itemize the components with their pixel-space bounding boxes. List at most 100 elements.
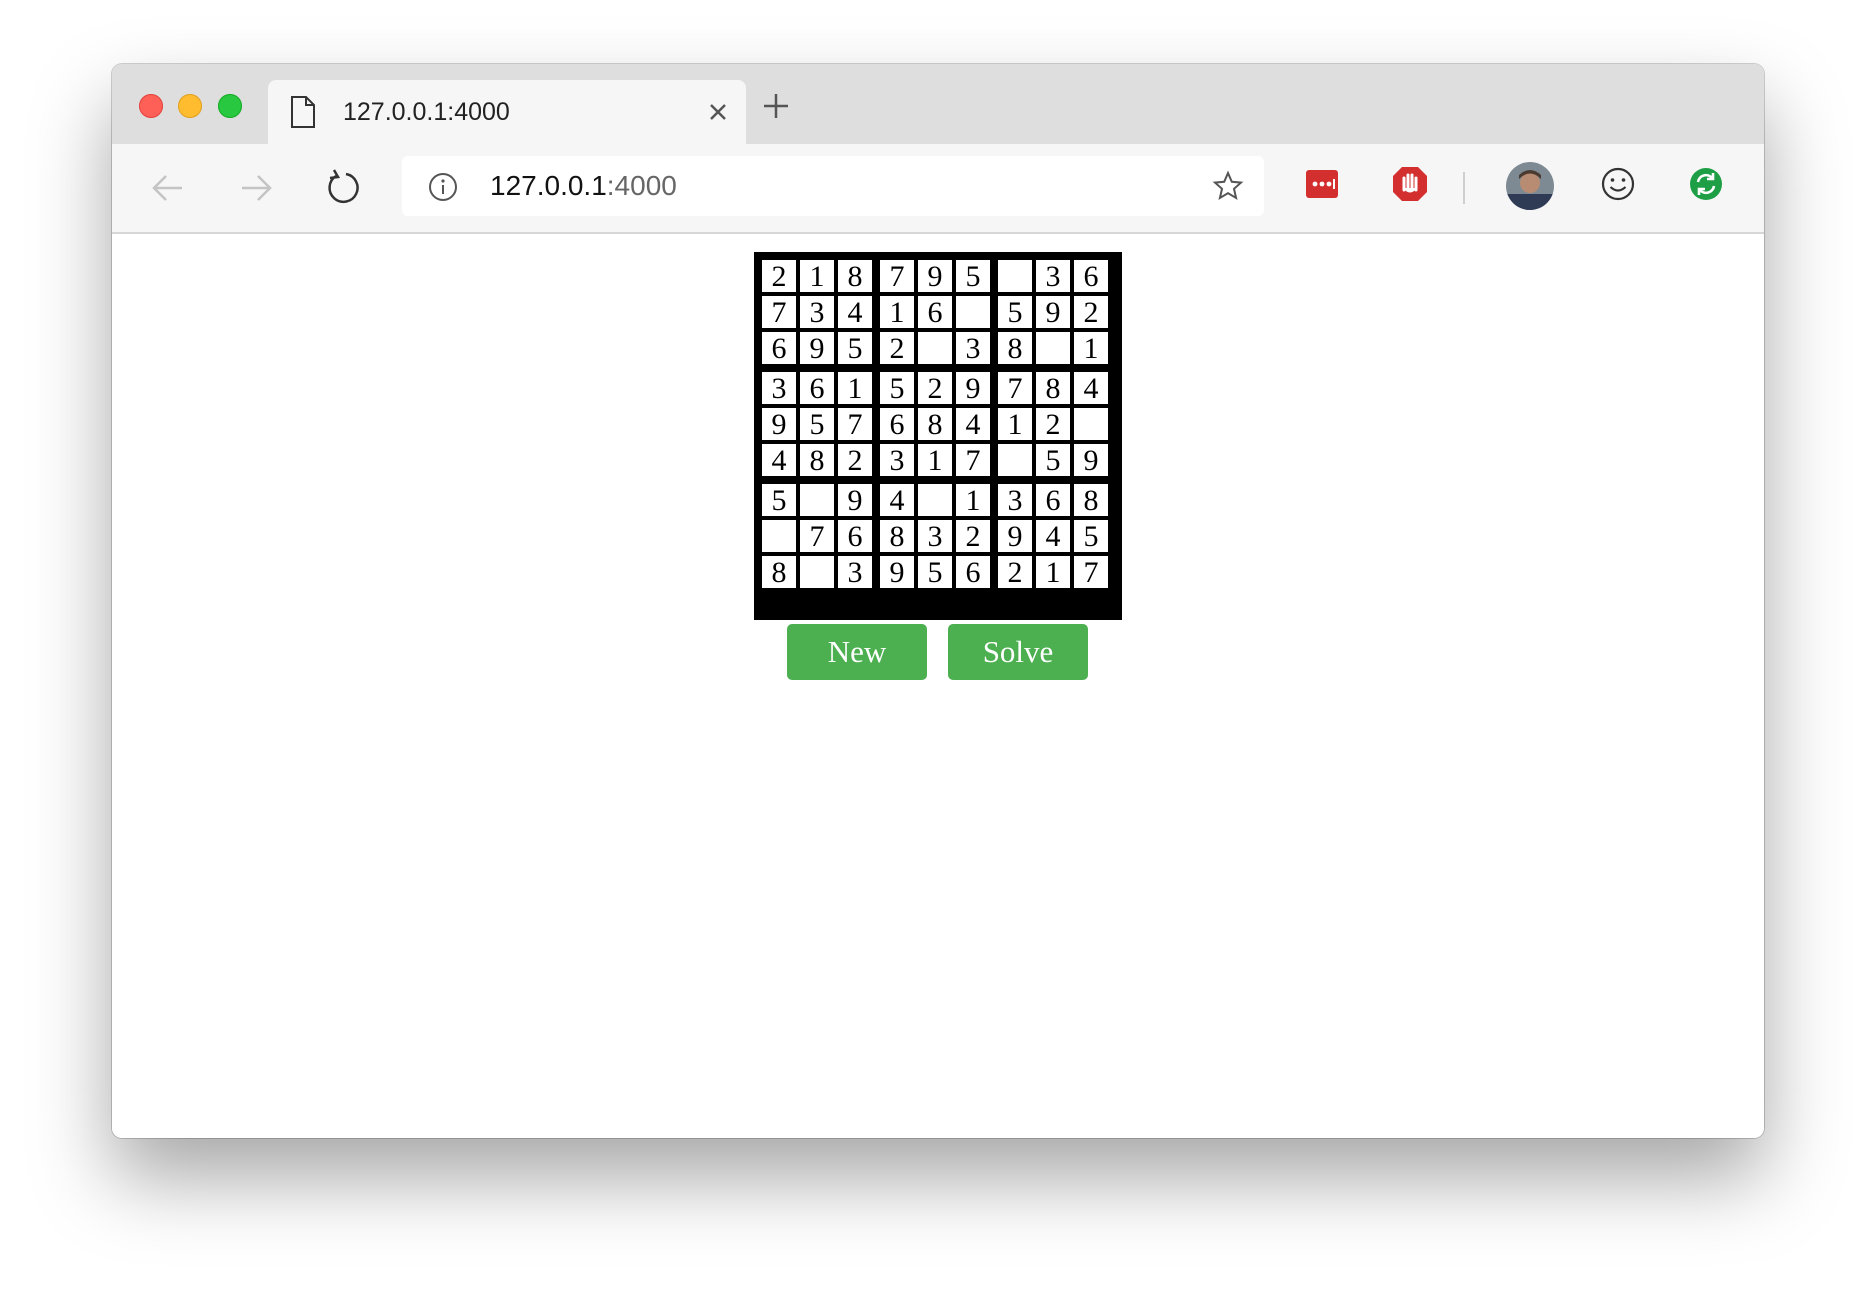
sudoku-cell[interactable]: 4 — [880, 484, 914, 517]
sudoku-cell[interactable]: 9 — [918, 260, 952, 293]
maximize-window-button[interactable] — [218, 94, 242, 118]
sudoku-cell[interactable]: 1 — [956, 484, 990, 517]
sudoku-cell[interactable]: 7 — [956, 444, 990, 477]
sudoku-cell[interactable]: 2 — [918, 372, 952, 405]
adblock-hand-icon[interactable] — [1390, 164, 1430, 204]
address-bar[interactable]: 127.0.0.1:4000 — [402, 156, 1264, 216]
sudoku-cell[interactable]: 5 — [838, 332, 872, 365]
sudoku-cell[interactable]: 4 — [1036, 520, 1070, 553]
sudoku-cell[interactable]: 6 — [918, 296, 952, 329]
sudoku-cell[interactable]: 6 — [1074, 260, 1108, 293]
avatar[interactable] — [1506, 162, 1554, 210]
sudoku-cell[interactable]: 6 — [956, 556, 990, 589]
sudoku-cell[interactable]: 5 — [998, 296, 1032, 329]
info-icon[interactable] — [428, 172, 458, 202]
sudoku-cell[interactable]: 5 — [918, 556, 952, 589]
bookmark-star-icon[interactable] — [1212, 170, 1244, 202]
sudoku-cell[interactable] — [1074, 408, 1108, 440]
sudoku-cell[interactable]: 5 — [1036, 444, 1070, 477]
sudoku-cell[interactable] — [956, 296, 990, 328]
sudoku-cell[interactable]: 1 — [918, 444, 952, 477]
smiley-feedback-icon[interactable] — [1598, 164, 1638, 204]
sudoku-cell[interactable]: 2 — [1036, 408, 1070, 441]
sudoku-cell[interactable]: 8 — [1074, 484, 1108, 517]
sudoku-cell[interactable]: 1 — [800, 260, 834, 293]
sudoku-cell[interactable]: 1 — [838, 372, 872, 405]
sudoku-cell[interactable]: 2 — [998, 556, 1032, 589]
sudoku-cell[interactable]: 4 — [838, 296, 872, 329]
sudoku-cell[interactable]: 5 — [956, 260, 990, 293]
sudoku-cell[interactable]: 8 — [998, 332, 1032, 365]
browser-tab[interactable]: 127.0.0.1:4000 — [268, 80, 746, 144]
sudoku-cell[interactable]: 2 — [762, 260, 796, 293]
sudoku-cell[interactable]: 9 — [880, 556, 914, 589]
sudoku-cell[interactable]: 6 — [838, 520, 872, 553]
sudoku-cell[interactable] — [1036, 332, 1070, 364]
sudoku-cell[interactable]: 7 — [762, 296, 796, 329]
sudoku-cell[interactable]: 3 — [956, 332, 990, 365]
sudoku-cell[interactable]: 5 — [800, 408, 834, 441]
sudoku-cell[interactable]: 3 — [838, 556, 872, 589]
sudoku-cell[interactable]: 1 — [998, 408, 1032, 441]
sudoku-cell[interactable]: 9 — [800, 332, 834, 365]
close-window-button[interactable] — [139, 94, 163, 118]
sudoku-cell[interactable] — [800, 556, 834, 588]
sudoku-cell[interactable]: 6 — [800, 372, 834, 405]
url-text[interactable]: 127.0.0.1:4000 — [490, 156, 677, 216]
sudoku-cell[interactable]: 4 — [762, 444, 796, 477]
new-button[interactable]: New — [787, 624, 927, 680]
new-tab-plus-icon[interactable] — [760, 90, 792, 122]
sudoku-cell[interactable]: 3 — [1036, 260, 1070, 293]
reload-icon[interactable] — [324, 168, 364, 208]
sudoku-cell[interactable]: 5 — [880, 372, 914, 405]
sudoku-cell[interactable]: 3 — [998, 484, 1032, 517]
solve-button[interactable]: Solve — [948, 624, 1088, 680]
sudoku-cell[interactable]: 8 — [1036, 372, 1070, 405]
sudoku-cell[interactable]: 4 — [1074, 372, 1108, 405]
sync-icon[interactable] — [1686, 164, 1726, 204]
sudoku-cell[interactable]: 6 — [1036, 484, 1070, 517]
sudoku-cell[interactable]: 8 — [838, 260, 872, 293]
sudoku-cell[interactable]: 9 — [838, 484, 872, 517]
sudoku-cell[interactable]: 2 — [838, 444, 872, 477]
sudoku-cell[interactable]: 9 — [1074, 444, 1108, 477]
sudoku-cell[interactable]: 2 — [880, 332, 914, 365]
sudoku-cell[interactable]: 3 — [918, 520, 952, 553]
sudoku-cell[interactable]: 7 — [998, 372, 1032, 405]
back-arrow-icon[interactable] — [148, 168, 188, 208]
sudoku-cell[interactable]: 7 — [880, 260, 914, 293]
sudoku-cell[interactable]: 7 — [1074, 556, 1108, 589]
sudoku-cell[interactable]: 9 — [998, 520, 1032, 553]
sudoku-cell[interactable]: 1 — [1036, 556, 1070, 589]
sudoku-cell[interactable]: 8 — [918, 408, 952, 441]
sudoku-cell[interactable] — [762, 520, 796, 552]
sudoku-cell[interactable]: 3 — [800, 296, 834, 329]
sudoku-cell[interactable]: 1 — [1074, 332, 1108, 365]
sudoku-cell[interactable]: 1 — [880, 296, 914, 329]
sudoku-cell[interactable]: 3 — [880, 444, 914, 477]
minimize-window-button[interactable] — [178, 94, 202, 118]
sudoku-cell[interactable]: 2 — [1074, 296, 1108, 329]
password-manager-extension-icon[interactable] — [1302, 164, 1342, 204]
sudoku-cell[interactable] — [918, 332, 952, 364]
sudoku-cell[interactable]: 7 — [800, 520, 834, 553]
sudoku-cell[interactable]: 8 — [880, 520, 914, 553]
sudoku-cell[interactable] — [800, 484, 834, 516]
sudoku-cell[interactable]: 4 — [956, 408, 990, 441]
sudoku-cell[interactable] — [918, 484, 952, 516]
sudoku-cell[interactable]: 8 — [800, 444, 834, 477]
sudoku-cell[interactable]: 8 — [762, 556, 796, 589]
sudoku-cell[interactable]: 7 — [838, 408, 872, 441]
sudoku-cell[interactable] — [998, 260, 1032, 292]
forward-arrow-icon[interactable] — [236, 168, 276, 208]
sudoku-cell[interactable]: 9 — [956, 372, 990, 405]
sudoku-cell[interactable]: 6 — [880, 408, 914, 441]
sudoku-cell[interactable]: 5 — [762, 484, 796, 517]
sudoku-cell[interactable]: 5 — [1074, 520, 1108, 553]
sudoku-cell[interactable]: 3 — [762, 372, 796, 405]
sudoku-cell[interactable] — [998, 444, 1032, 476]
sudoku-cell[interactable]: 9 — [1036, 296, 1070, 329]
sudoku-cell[interactable]: 2 — [956, 520, 990, 553]
close-icon[interactable] — [706, 100, 730, 124]
sudoku-cell[interactable]: 9 — [762, 408, 796, 441]
